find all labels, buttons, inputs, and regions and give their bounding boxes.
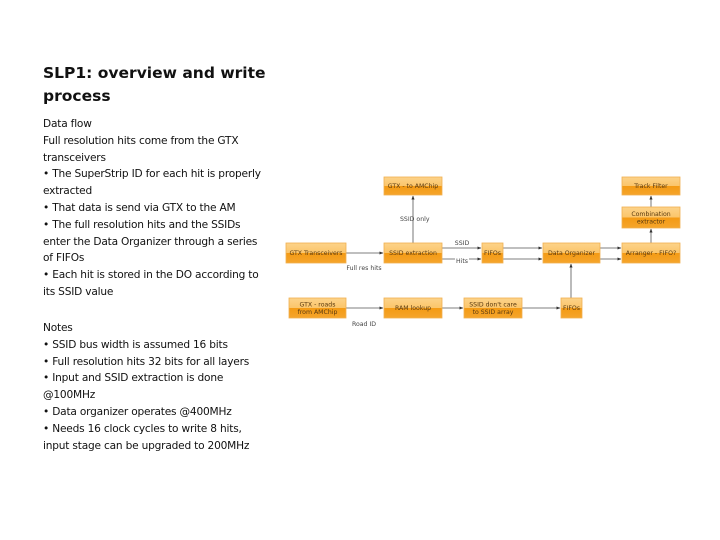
node-combination-extractor: Combinationextractor (621, 206, 681, 229)
node-ssid-dont-care: SSID don't careto SSID array (463, 297, 523, 319)
edge-label-ssid: SSID (455, 240, 470, 247)
node-data-organizer: Data Organizer (542, 242, 601, 264)
node-label: FIFOs (484, 250, 501, 257)
node-label: GTX Transceivers (289, 250, 342, 257)
edge-label-road-id: Road ID (352, 321, 376, 328)
node-label: FIFOs (563, 305, 580, 312)
node-label: extractor (637, 218, 666, 225)
node-label: GTX - roads (300, 301, 336, 308)
diagram-nodes: GTX - to AMChip Track Filter Combinationex… (285, 176, 681, 319)
node-label: SSID extraction (389, 250, 437, 257)
node-ssid-extraction: SSID extraction (383, 242, 443, 264)
node-ram-lookup: RAM lookup (383, 297, 443, 319)
edge-label-full-res-hits: Full res hits (346, 265, 381, 272)
node-gtx-roads: GTX - roadsfrom AMChip (288, 297, 347, 319)
edge-label-ssid-only: SSID only (400, 216, 430, 223)
node-label: RAM lookup (395, 305, 431, 312)
node-gtx-amchip: GTX - to AMChip (383, 176, 443, 196)
node-label: Arranger - FIFO? (626, 250, 676, 257)
node-track-filter: Track Filter (621, 176, 681, 196)
node-arranger: Arranger - FIFO? (621, 242, 681, 264)
node-label: Track Filter (633, 183, 668, 190)
node-label: Combination (631, 211, 670, 218)
node-label: from AMChip (298, 309, 338, 316)
edge-label-hits: Hits (456, 258, 468, 265)
node-fifos-bottom: FIFOs (560, 297, 583, 319)
node-fifos-top: FIFOs (481, 242, 504, 264)
node-label: SSID don't care (469, 301, 517, 308)
node-label: GTX - to AMChip (388, 183, 438, 190)
node-gtx-transceivers: GTX Transceivers (285, 242, 347, 264)
data-flow-diagram: GTX - to AMChip Track Filter Combinationex… (285, 176, 681, 328)
node-label: to SSID array (473, 309, 514, 316)
node-label: Data Organizer (548, 250, 595, 257)
